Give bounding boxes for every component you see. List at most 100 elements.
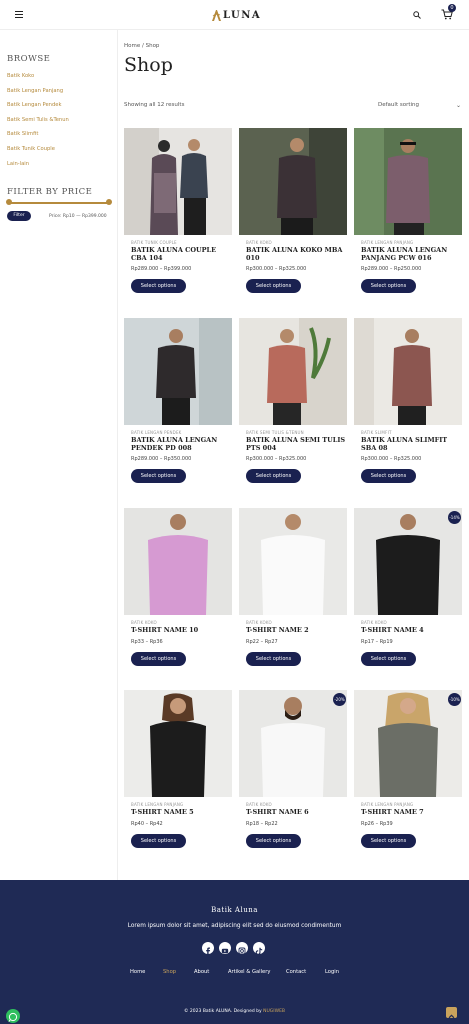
product-image[interactable] — [239, 128, 347, 235]
site-header: LUNA 0 — [0, 0, 469, 30]
site-logo[interactable]: LUNA — [211, 7, 261, 23]
footer-copyright: © 2023 Batik ALUNA. Designed by NUGIWEB — [0, 1009, 469, 1014]
product-name[interactable]: T-Shirt Name 2 — [246, 626, 346, 635]
search-icon[interactable] — [413, 11, 421, 19]
product-image[interactable] — [354, 318, 462, 425]
product-card[interactable]: Batik Koko T-Shirt Name 2 Rp22 – Rp27 Se… — [239, 508, 347, 666]
select-options-button[interactable]: Select options — [131, 279, 186, 293]
category-link[interactable]: Batik Semi Tulis &Tenun — [7, 117, 69, 132]
product-card[interactable]: Batik Lengan Panjang Batik Aluna Lengan … — [354, 128, 462, 293]
category-link[interactable]: Batik Tunik Couple — [7, 146, 69, 161]
select-options-button[interactable]: Select options — [361, 469, 416, 483]
product-image[interactable] — [124, 318, 232, 425]
product-name[interactable]: T-Shirt Name 6 — [246, 808, 346, 817]
product-image[interactable] — [239, 318, 347, 425]
product-name[interactable]: Batik Aluna Semi Tulis PTS 004 — [246, 436, 346, 452]
price-slider-track[interactable] — [7, 202, 110, 204]
product-image[interactable] — [354, 690, 462, 797]
product-image[interactable] — [239, 508, 347, 615]
facebook-icon[interactable] — [202, 942, 214, 955]
product-category: Batik Koko — [246, 620, 272, 625]
category-link[interactable]: Batik Slimfit — [7, 131, 69, 146]
select-options-button[interactable]: Select options — [246, 652, 301, 666]
product-name[interactable]: Batik Aluna Slimfit SBA 08 — [361, 436, 461, 452]
product-price: Rp33 – Rp36 — [131, 639, 163, 645]
sidebar: Browse Batik Koko Batik Lengan Panjang B… — [0, 30, 118, 880]
product-card[interactable]: Batik Semi Tulis &Tenun Batik Aluna Semi… — [239, 318, 347, 483]
product-card[interactable]: -20% Batik Koko T-Shirt Name 6 Rp18 – Rp… — [239, 690, 347, 848]
category-link[interactable]: Batik Lengan Pendek — [7, 102, 69, 117]
select-options-button[interactable]: Select options — [131, 469, 186, 483]
select-options-button[interactable]: Select options — [361, 834, 416, 848]
social-links — [202, 942, 270, 955]
product-category: Batik Koko — [361, 620, 387, 625]
result-count: Showing all 12 results — [124, 102, 185, 108]
product-image[interactable] — [124, 128, 232, 235]
breadcrumb[interactable]: Home / Shop — [124, 43, 159, 49]
product-card[interactable]: Batik Koko T-Shirt Name 10 Rp33 – Rp36 S… — [124, 508, 232, 666]
product-card[interactable]: Batik Lengan Pendek Batik Aluna Lengan P… — [124, 318, 232, 483]
category-link[interactable]: Batik Lengan Panjang — [7, 88, 69, 103]
category-link[interactable]: Batik Koko — [7, 73, 69, 88]
filter-button[interactable]: Filter — [7, 211, 31, 221]
product-image[interactable] — [124, 690, 232, 797]
select-options-button[interactable]: Select options — [246, 834, 301, 848]
footer-nav-about[interactable]: About — [194, 969, 209, 975]
sort-select[interactable]: Default sorting ⌄ — [378, 102, 461, 109]
sale-badge: -10% — [448, 693, 461, 706]
product-price: Rp18 – Rp22 — [246, 821, 278, 827]
product-card[interactable]: -14% Batik Koko T-Shirt Name 4 Rp17 – Rp… — [354, 508, 462, 666]
copyright-text: © 2023 Batik ALUNA. Designed by — [184, 1009, 262, 1014]
product-name[interactable]: T-Shirt Name 7 — [361, 808, 461, 817]
product-card[interactable]: Batik Slimfit Batik Aluna Slimfit SBA 08… — [354, 318, 462, 483]
chevron-down-icon: ⌄ — [455, 102, 461, 109]
product-name[interactable]: Batik Aluna Koko MBA 010 — [246, 246, 346, 262]
tiktok-icon[interactable] — [253, 942, 265, 955]
product-name[interactable]: Batik Aluna Lengan Panjang PCW 016 — [361, 246, 461, 262]
product-price: Rp26 – Rp39 — [361, 821, 393, 827]
menu-icon[interactable] — [15, 11, 23, 19]
whatsapp-icon[interactable] — [6, 1009, 20, 1023]
select-options-button[interactable]: Select options — [361, 652, 416, 666]
footer-nav-gallery[interactable]: Artikel & Gallery — [228, 969, 270, 975]
product-image[interactable] — [354, 508, 462, 615]
back-to-top-button[interactable] — [446, 1007, 457, 1019]
product-price: Rp289.000 – Rp250.000 — [361, 266, 422, 272]
sort-select-value: Default sorting — [378, 102, 419, 108]
product-card[interactable]: Batik Lengan Panjang T-Shirt Name 5 Rp40… — [124, 690, 232, 848]
product-category: Batik Lengan Pendek — [131, 430, 182, 435]
product-price: Rp289.000 – Rp399.000 — [131, 266, 192, 272]
youtube-icon[interactable] — [219, 942, 231, 954]
product-card[interactable]: Batik Koko Batik Aluna Koko MBA 010 Rp30… — [239, 128, 347, 293]
category-list: Batik Koko Batik Lengan Panjang Batik Le… — [7, 73, 69, 175]
product-card[interactable]: Batik Tunik Couple Batik Aluna Couple CB… — [124, 128, 232, 293]
select-options-button[interactable]: Select options — [246, 469, 301, 483]
category-link[interactable]: Lain-lain — [7, 161, 69, 176]
product-name[interactable]: T-Shirt Name 10 — [131, 626, 231, 635]
product-category: Batik Tunik Couple — [131, 240, 177, 245]
price-slider-max-handle[interactable] — [106, 199, 112, 205]
footer-nav-shop[interactable]: Shop — [163, 969, 176, 975]
product-category: Batik Lengan Panjang — [361, 240, 414, 245]
designer-link[interactable]: NUGIWEB — [263, 1009, 285, 1014]
footer-nav-contact[interactable]: Contact — [286, 969, 306, 975]
product-image[interactable] — [239, 690, 347, 797]
chevron-up-icon — [448, 1014, 455, 1019]
footer-nav-login[interactable]: Login — [325, 969, 339, 975]
select-options-button[interactable]: Select options — [131, 834, 186, 848]
product-name[interactable]: Batik Aluna Couple CBA 104 — [131, 246, 231, 262]
select-options-button[interactable]: Select options — [131, 652, 186, 666]
product-image[interactable] — [124, 508, 232, 615]
footer-nav-home[interactable]: Home — [130, 969, 145, 975]
product-name[interactable]: T-Shirt Name 5 — [131, 808, 231, 817]
instagram-icon[interactable] — [236, 942, 248, 955]
price-slider-min-handle[interactable] — [6, 199, 12, 205]
product-card[interactable]: -10% Batik Lengan Panjang T-Shirt Name 7… — [354, 690, 462, 848]
select-options-button[interactable]: Select options — [361, 279, 416, 293]
product-image[interactable] — [354, 128, 462, 235]
footer-description: Lorem ipsum dolor sit amet, adipiscing e… — [127, 923, 342, 929]
product-name[interactable]: Batik Aluna Lengan Pendek PD 008 — [131, 436, 231, 452]
product-name[interactable]: T-Shirt Name 4 — [361, 626, 461, 635]
select-options-button[interactable]: Select options — [246, 279, 301, 293]
brand-name: LUNA — [223, 9, 262, 21]
